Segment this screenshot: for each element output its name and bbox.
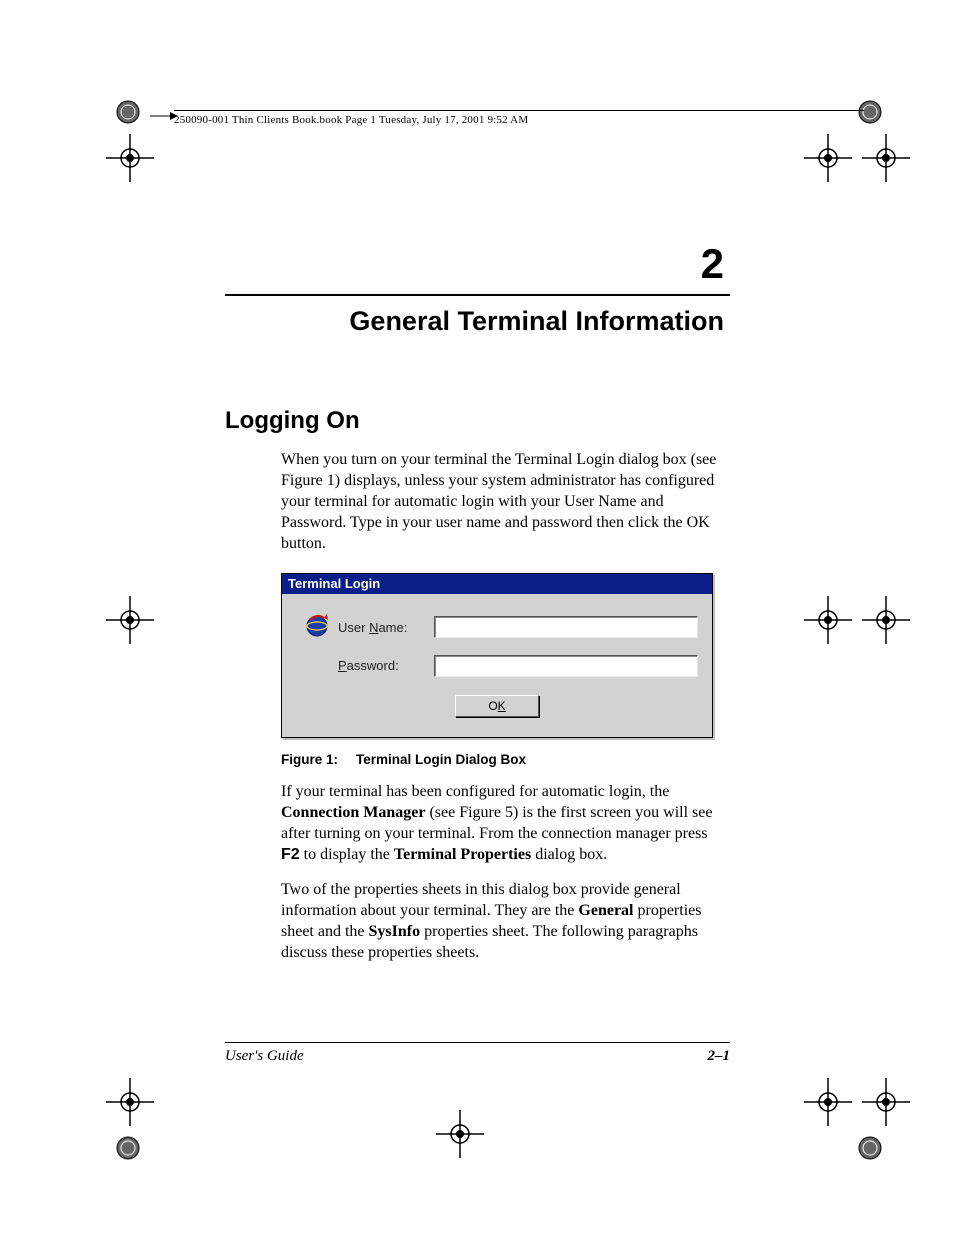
ok-button[interactable]: OK <box>455 695 539 717</box>
printer-mark-icon <box>100 128 160 188</box>
header-rule <box>174 110 864 111</box>
login-globe-icon <box>296 610 338 645</box>
paragraph: If your terminal has been configured for… <box>281 781 730 865</box>
printer-mark-icon <box>856 1072 916 1132</box>
paragraph: When you turn on your terminal the Termi… <box>281 449 730 555</box>
username-input[interactable] <box>434 616 698 638</box>
password-label: Password: <box>338 658 434 673</box>
printer-mark-icon <box>798 128 858 188</box>
footer-left: User's Guide <box>225 1048 304 1065</box>
footer-right: 2–1 <box>708 1048 731 1065</box>
printer-mark-icon <box>100 1072 160 1132</box>
footer-rule <box>225 1042 730 1043</box>
figure-caption: Figure 1:Terminal Login Dialog Box <box>281 752 730 767</box>
chapter-title: General Terminal Information <box>225 306 730 337</box>
printer-mark-icon <box>840 82 900 142</box>
page-footer: User's Guide 2–1 <box>225 1048 730 1065</box>
username-label: User Name: <box>338 620 434 635</box>
printer-mark-icon <box>840 1118 900 1178</box>
book-header-text: 250090-001 Thin Clients Book.book Page 1… <box>174 114 528 126</box>
printer-mark-icon <box>98 1118 158 1178</box>
printer-mark-icon <box>430 1104 490 1164</box>
printer-mark-icon <box>100 590 160 650</box>
printer-mark-icon <box>856 128 916 188</box>
paragraph: Two of the properties sheets in this dia… <box>281 879 730 963</box>
dialog-title: Terminal Login <box>282 574 712 594</box>
terminal-login-dialog: Terminal Login User Name: <box>281 573 713 738</box>
chapter-number: 2 <box>225 240 730 288</box>
section-heading: Logging On <box>225 407 730 435</box>
printer-mark-icon <box>798 1072 858 1132</box>
chapter-rule <box>225 294 730 296</box>
printer-mark-icon <box>98 82 158 142</box>
printer-mark-icon <box>856 590 916 650</box>
printer-mark-icon <box>798 590 858 650</box>
password-input[interactable] <box>434 655 698 677</box>
